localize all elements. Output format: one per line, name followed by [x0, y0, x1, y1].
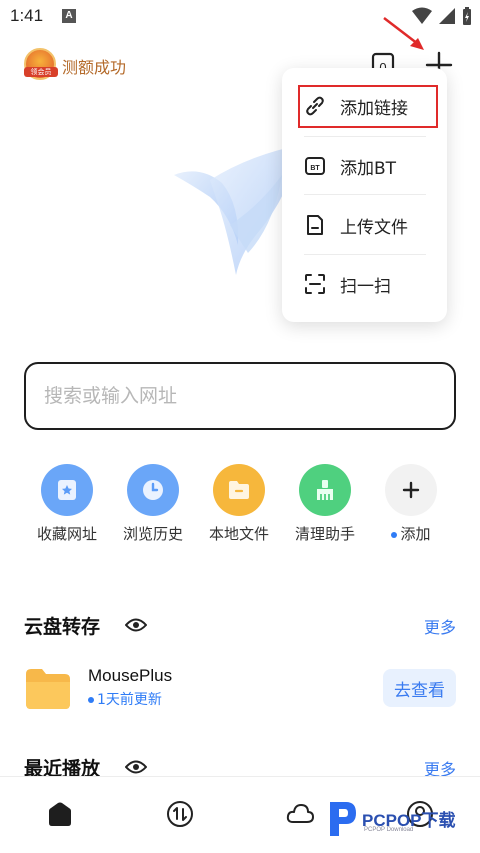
nav-home[interactable] — [45, 799, 75, 829]
shortcut-label: 清理助手 — [294, 525, 355, 543]
battery-icon — [463, 7, 471, 25]
vip-badge-label: 领会员 — [24, 67, 58, 77]
file-icon — [304, 214, 326, 236]
shortcut-add[interactable]: 添加 — [368, 464, 454, 554]
menu-item-upload-file[interactable]: 上传文件 — [304, 205, 426, 245]
nav-transfer[interactable] — [165, 799, 195, 829]
vip-status-text[interactable]: 测额成功 — [62, 54, 126, 78]
bt-icon: BT — [304, 155, 326, 177]
eye-icon[interactable] — [125, 759, 147, 775]
shortcut-history[interactable]: 浏览历史 — [110, 464, 196, 554]
shortcut-label: 本地文件 — [208, 525, 269, 543]
watermark: PCPOP下载 PCPOP Download — [326, 800, 476, 840]
menu-item-add-bt[interactable]: BT 添加BT — [304, 146, 426, 186]
search-input[interactable] — [44, 378, 434, 414]
home-icon — [49, 802, 71, 826]
star-bookmark-icon — [41, 464, 93, 516]
cloud-item-name[interactable]: MousePlus — [88, 666, 172, 686]
update-dot-indicator — [88, 697, 94, 703]
broom-icon — [299, 464, 351, 516]
cloud-item-updated-text: 1天前更新 — [97, 692, 162, 708]
cloud-more-link[interactable]: 更多 — [424, 614, 456, 638]
plus-icon — [385, 464, 437, 516]
shortcut-label: 浏览历史 — [122, 525, 183, 543]
clock-icon — [127, 464, 179, 516]
menu-label-add-bt: 添加BT — [340, 158, 397, 179]
shortcut-label: 收藏网址 — [36, 525, 97, 543]
view-button[interactable]: 去查看 — [383, 669, 456, 707]
shortcut-label-add: 添加 — [368, 523, 454, 544]
divider — [304, 254, 426, 255]
bt-icon-text: BT — [310, 165, 320, 172]
watermark-logo-icon — [330, 802, 356, 836]
scan-icon — [304, 273, 326, 295]
cloud-icon — [286, 804, 314, 823]
signal-icon — [439, 8, 455, 24]
notification-icon: A — [62, 9, 76, 23]
folder-icon — [26, 669, 70, 709]
annotation-arrow-icon — [383, 17, 424, 50]
menu-item-scan[interactable]: 扫一扫 — [304, 264, 426, 304]
cloud-item-updated: 1天前更新 — [88, 689, 162, 709]
shortcut-cleaner[interactable]: 清理助手 — [282, 464, 368, 554]
status-time: 1:41 — [10, 6, 44, 25]
watermark-subtext: PCPOP Download — [364, 827, 414, 833]
search-box[interactable] — [24, 362, 456, 430]
menu-label-scan: 扫一扫 — [340, 276, 391, 297]
shortcut-label-text: 添加 — [400, 525, 431, 543]
eye-icon[interactable] — [125, 617, 147, 633]
shortcuts-row: 收藏网址 浏览历史 本地文件 清理助手 添加 — [24, 464, 456, 554]
divider — [304, 194, 426, 195]
cloud-section-title: 云盘转存 — [24, 616, 101, 638]
divider — [304, 136, 426, 137]
highlight-annotation-box — [298, 85, 438, 128]
transfer-icon — [167, 801, 193, 827]
shortcut-local-files[interactable]: 本地文件 — [196, 464, 282, 554]
vip-badge-icon[interactable]: 领会员 — [24, 48, 58, 80]
menu-label-upload-file: 上传文件 — [340, 217, 408, 238]
folder-icon — [213, 464, 265, 516]
shortcut-bookmarks[interactable]: 收藏网址 — [24, 464, 110, 554]
new-dot-indicator — [391, 531, 398, 538]
nav-cloud[interactable] — [285, 799, 315, 829]
